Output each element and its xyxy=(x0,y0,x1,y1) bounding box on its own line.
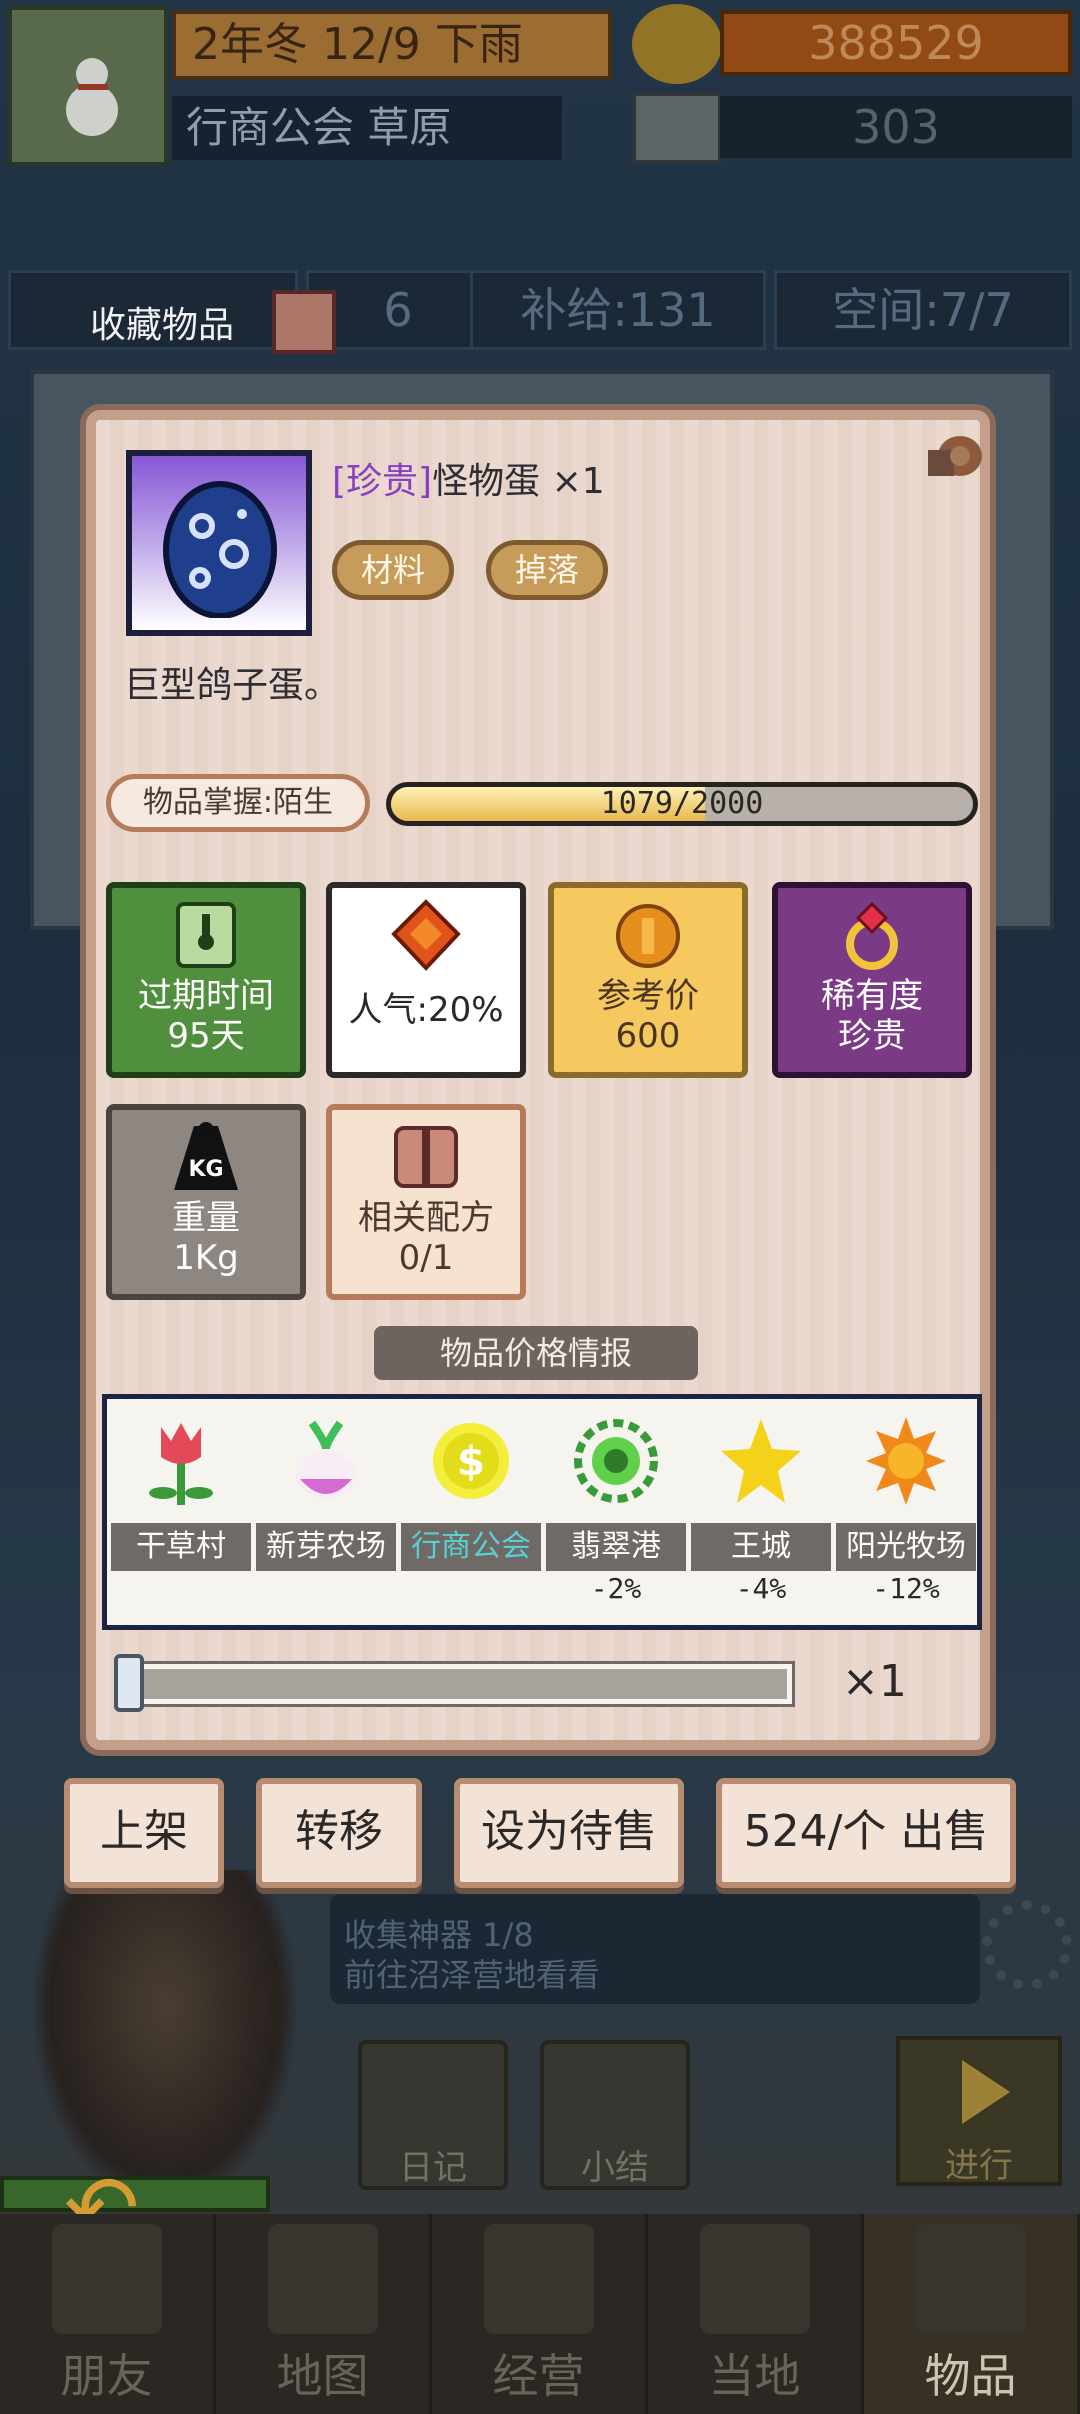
town-delta xyxy=(401,1571,541,1607)
sell-button[interactable]: 524/个 出售 xyxy=(716,1778,1016,1888)
item-name: 怪物蛋 xyxy=(432,461,541,502)
rarity-value: 珍贵 xyxy=(838,1016,906,1056)
town-delta: -12% xyxy=(872,1572,940,1605)
star-icon xyxy=(721,1419,801,1503)
shelve-button[interactable]: 上架 xyxy=(64,1778,224,1888)
recipe-value: 0/1 xyxy=(398,1238,454,1278)
recipe-label: 相关配方 xyxy=(358,1198,494,1238)
town-emerald-port[interactable]: 翡翠港 -2% xyxy=(546,1413,686,1607)
town-delta xyxy=(111,1571,251,1607)
weight-value: 1Kg xyxy=(173,1238,239,1278)
emerald-icon xyxy=(574,1419,658,1503)
popularity-value: 人气:20% xyxy=(348,990,504,1030)
weight-card[interactable]: KG 重量 1Kg xyxy=(106,1104,306,1300)
rarity-card[interactable]: 稀有度 珍贵 xyxy=(772,882,972,1078)
quantity-slider[interactable] xyxy=(126,1664,792,1704)
price-value: 600 xyxy=(615,1016,681,1056)
item-detail-dialog: [珍贵]怪物蛋 ×1 材料 掉落 巨型鸽子蛋。 物品掌握:陌生 1079/200… xyxy=(86,410,990,1750)
ring-icon xyxy=(846,901,898,970)
item-description: 巨型鸽子蛋。 xyxy=(124,665,341,706)
coin-icon xyxy=(616,904,680,968)
town-sunshine-ranch[interactable]: 阳光牧场 -12% xyxy=(836,1413,976,1607)
related-recipes-card[interactable]: 相关配方 0/1 xyxy=(326,1104,526,1300)
item-title: [珍贵]怪物蛋 ×1 xyxy=(332,452,605,504)
popularity-card[interactable]: 人气:20% xyxy=(326,882,526,1078)
town-delta: -2% xyxy=(590,1572,642,1605)
price-info-title: 物品价格情报 xyxy=(374,1326,698,1380)
town-delta: -4% xyxy=(735,1572,787,1605)
mastery-progress-bar: 1079/2000 xyxy=(386,782,978,826)
town-delta xyxy=(256,1571,396,1607)
item-count: ×1 xyxy=(551,461,605,502)
svg-text:KG: KG xyxy=(188,1157,223,1182)
rarity-prefix: [珍贵] xyxy=(332,461,433,502)
price-label: 参考价 xyxy=(597,976,699,1016)
tulip-icon xyxy=(149,1423,213,1505)
town-price-list: 干草村 新芽农场 $ 行商公会 翡翠港 -2% 王城 -4% 阳光牧场 -12% xyxy=(102,1394,982,1630)
recipe-book-icon xyxy=(394,1126,458,1188)
quantity-label: ×1 xyxy=(842,1656,907,1707)
town-name: 行商公会 xyxy=(401,1523,541,1571)
mastery-label: 物品掌握:陌生 xyxy=(106,774,370,832)
town-merchant-guild[interactable]: $ 行商公会 xyxy=(401,1413,541,1607)
tag-material: 材料 xyxy=(332,540,455,600)
town-name: 干草村 xyxy=(111,1523,251,1571)
town-name: 王城 xyxy=(691,1523,831,1571)
quantity-slider-handle[interactable] xyxy=(114,1654,144,1712)
sun-icon xyxy=(866,1417,946,1505)
town-name: 新芽农场 xyxy=(256,1523,396,1571)
expiry-value: 95天 xyxy=(167,1016,245,1056)
transfer-button[interactable]: 转移 xyxy=(256,1778,422,1888)
town-hay-village[interactable]: 干草村 xyxy=(111,1413,251,1607)
town-sprout-farm[interactable]: 新芽农场 xyxy=(256,1413,396,1607)
town-name: 翡翠港 xyxy=(546,1523,686,1571)
close-icon[interactable] xyxy=(920,430,986,490)
timer-icon xyxy=(176,902,236,968)
item-image-frame xyxy=(126,450,312,636)
monster-egg-icon xyxy=(163,481,277,618)
town-royal-city[interactable]: 王城 -4% xyxy=(691,1413,831,1607)
dollar-coin-icon: $ xyxy=(433,1423,509,1499)
popularity-icon xyxy=(391,899,461,971)
reference-price-card[interactable]: 参考价 600 xyxy=(548,882,748,1078)
turnip-icon xyxy=(296,1420,356,1499)
rarity-label: 稀有度 xyxy=(821,976,923,1016)
expiry-card[interactable]: 过期时间 95天 xyxy=(106,882,306,1078)
svg-text:$: $ xyxy=(457,1439,485,1485)
weight-label: 重量 xyxy=(172,1198,240,1238)
tag-drop: 掉落 xyxy=(486,540,609,600)
mastery-progress-text: 1079/2000 xyxy=(600,786,764,821)
weight-icon: KG xyxy=(174,1122,238,1190)
town-name: 阳光牧场 xyxy=(836,1523,976,1571)
expiry-label: 过期时间 xyxy=(138,976,274,1016)
set-pending-sale-button[interactable]: 设为待售 xyxy=(454,1778,684,1888)
